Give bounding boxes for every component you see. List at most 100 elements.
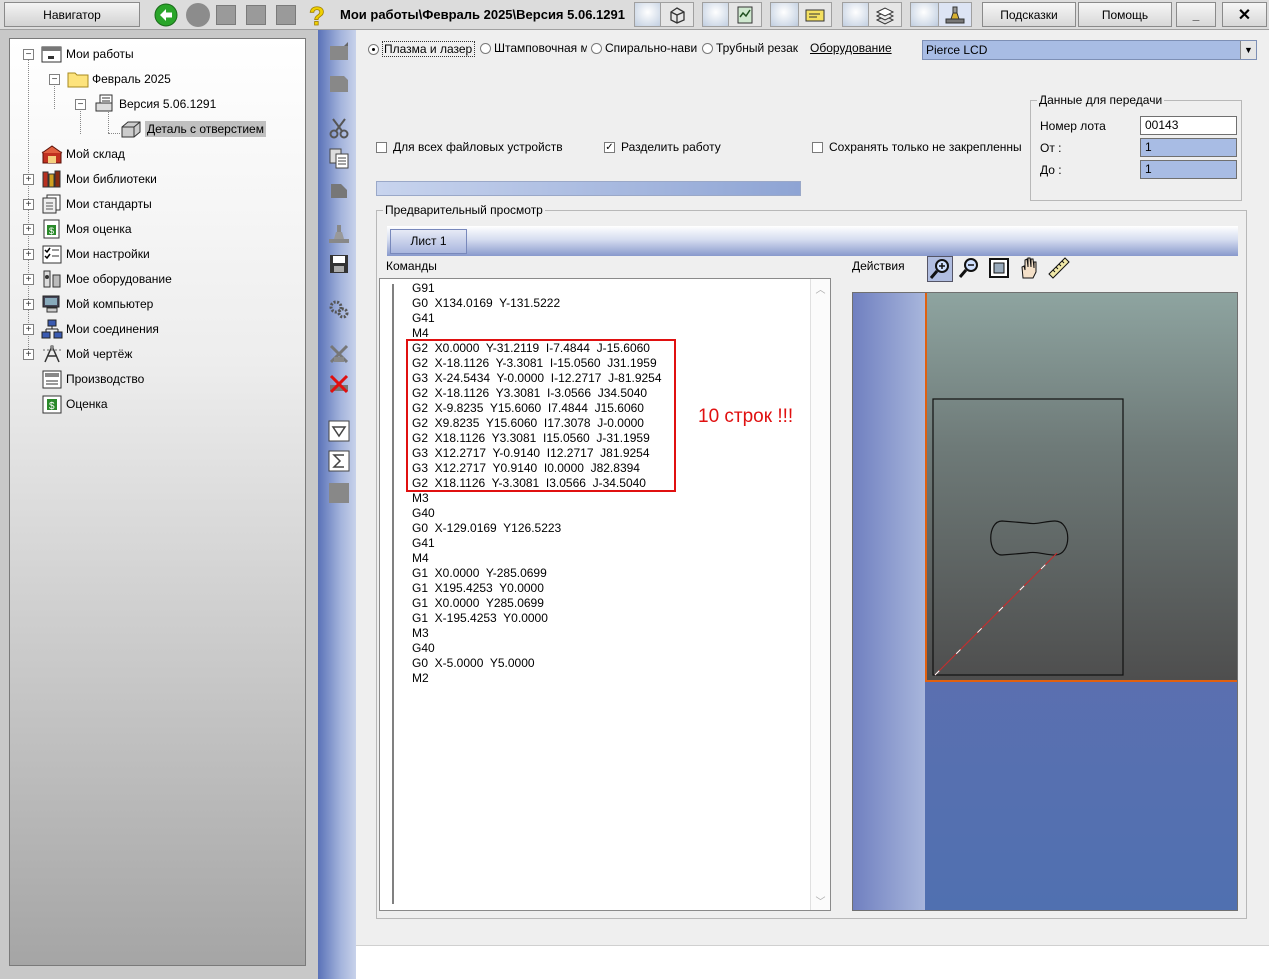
tree-item-my-warehouse[interactable]: Мой склад <box>41 143 125 165</box>
navigator-button[interactable]: Навигатор <box>4 2 140 27</box>
expand-toggle[interactable]: + <box>23 274 34 285</box>
toolbar-disabled-icon[interactable] <box>216 5 236 25</box>
blank-tool-icon[interactable] <box>328 482 350 504</box>
expand-toggle[interactable]: + <box>23 199 34 210</box>
command-line[interactable]: G91 <box>412 281 662 296</box>
tree-item-my-computer[interactable]: Мой компьютер <box>41 293 153 315</box>
radio-plasma-laser[interactable]: Плазма и лазер <box>368 41 475 57</box>
command-line[interactable]: M4 <box>412 551 662 566</box>
save-disk-icon[interactable] <box>328 253 350 275</box>
copy-icon[interactable] <box>328 147 350 169</box>
expand-toggle[interactable]: + <box>23 324 34 335</box>
command-line[interactable]: M2 <box>412 671 662 686</box>
checkbox-split-job[interactable]: ✓ Разделить работу <box>604 140 721 154</box>
zoom-out-icon[interactable] <box>957 256 983 282</box>
command-line[interactable]: G40 <box>412 641 662 656</box>
radio-tube-cutter[interactable]: Трубный резак <box>702 41 798 55</box>
tree-item-my-equipment[interactable]: Мое оборудование <box>41 268 172 290</box>
tree-item-estimate[interactable]: $ Оценка <box>41 393 108 415</box>
lot-number-field[interactable]: 00143 <box>1140 116 1237 135</box>
scroll-up-icon[interactable]: ︿ <box>811 281 830 296</box>
toolbar-disabled-icon[interactable] <box>276 5 296 25</box>
checkbox-box[interactable] <box>376 141 387 153</box>
command-line[interactable]: G40 <box>412 506 662 521</box>
paste-icon[interactable] <box>328 178 350 200</box>
stop-icon[interactable] <box>186 3 210 27</box>
scroll-down-icon[interactable]: ﹀ <box>811 893 830 908</box>
toolbar-disabled-icon[interactable] <box>246 5 266 25</box>
command-line[interactable]: G1 X-195.4253 Y0.0000 <box>412 611 662 626</box>
tree-item-my-settings[interactable]: Мои настройки <box>41 243 150 265</box>
command-line[interactable]: G1 X0.0000 Y285.0699 <box>412 596 662 611</box>
tab-sheet-1[interactable]: Лист 1 <box>390 229 467 254</box>
checkbox-all-file-devices[interactable]: Для всех файловых устройств <box>376 140 563 154</box>
delete-red-x-icon[interactable] <box>328 373 350 395</box>
preview-viewport[interactable] <box>852 292 1238 911</box>
to-field[interactable]: 1 <box>1140 160 1237 179</box>
collapse-toggle[interactable]: − <box>49 74 60 85</box>
command-line[interactable]: G0 X-129.0169 Y126.5223 <box>412 521 662 536</box>
expand-toggle[interactable]: + <box>23 349 34 360</box>
dropdown-arrow-icon[interactable]: ▼ <box>1240 41 1256 59</box>
close-button[interactable]: ✕ <box>1222 2 1267 27</box>
zoom-in-icon[interactable] <box>927 256 953 282</box>
commands-scrollbar[interactable]: ︿ ﹀ <box>810 279 830 910</box>
sheet-tool-icon[interactable] <box>328 42 350 64</box>
expand-toggle[interactable]: + <box>23 174 34 185</box>
hints-button[interactable]: Подсказки <box>982 2 1076 27</box>
tree-item-my-works[interactable]: Мои работы <box>41 43 134 65</box>
help-question-icon[interactable]: ? <box>306 1 330 32</box>
radio-spiral[interactable]: Спирально-нави <box>591 41 698 55</box>
tree-item-my-standards[interactable]: Мои стандарты <box>41 193 152 215</box>
checkbox-save-unlocked[interactable]: Сохранять только не закрепленны <box>812 140 1029 154</box>
radio-button[interactable] <box>480 42 491 54</box>
checkbox-box[interactable] <box>812 141 823 153</box>
expand-toggle[interactable]: + <box>23 299 34 310</box>
ticket-icon[interactable] <box>798 2 832 27</box>
commands-list-box[interactable]: G91 G0 X134.0169 Y-131.5222 G41 M4 G2 X0.000… <box>379 278 831 911</box>
measure-ruler-icon[interactable] <box>1047 256 1073 282</box>
collapse-toggle[interactable]: − <box>75 99 86 110</box>
command-line[interactable]: M3 <box>412 626 662 641</box>
sum-icon[interactable] <box>328 450 350 472</box>
command-line[interactable]: G41 <box>412 311 662 326</box>
machine-gray-icon[interactable] <box>328 223 350 245</box>
radio-button[interactable] <box>368 43 379 55</box>
disabled-tool-icon[interactable] <box>328 343 350 365</box>
machine-icon[interactable] <box>938 2 972 27</box>
command-line[interactable]: G0 X134.0169 Y-131.5222 <box>412 296 662 311</box>
tree-item-my-estimate[interactable]: $ Моя оценка <box>41 218 132 240</box>
pan-hand-icon[interactable] <box>1017 256 1043 282</box>
command-line[interactable]: G1 X195.4253 Y0.0000 <box>412 581 662 596</box>
command-line[interactable]: G1 X0.0000 Y-285.0699 <box>412 566 662 581</box>
tree-item-my-connections[interactable]: Мои соединения <box>41 318 159 340</box>
cube-icon[interactable] <box>660 2 694 27</box>
command-line[interactable]: M3 <box>412 491 662 506</box>
tree-item-february-2025[interactable]: Февраль 2025 <box>67 68 171 90</box>
edit-tool-icon[interactable] <box>328 72 350 94</box>
from-field[interactable]: 1 <box>1140 138 1237 157</box>
checkbox-box[interactable]: ✓ <box>604 141 615 153</box>
scissors-icon[interactable] <box>328 117 350 139</box>
expand-toggle[interactable]: + <box>23 224 34 235</box>
zoom-fit-icon[interactable] <box>987 256 1013 282</box>
filter-down-icon[interactable] <box>328 420 350 442</box>
minimize-button[interactable]: _ <box>1176 2 1216 27</box>
command-line[interactable]: G0 X-5.0000 Y5.0000 <box>412 656 662 671</box>
collapse-toggle[interactable]: − <box>23 49 34 60</box>
tree-item-part-with-hole[interactable]: Деталь с отверстием <box>120 118 266 140</box>
tree-item-my-drawing[interactable]: Мой чертёж <box>41 343 132 365</box>
radio-punching[interactable]: Штамповочная м <box>480 41 587 55</box>
expand-toggle[interactable]: + <box>23 249 34 260</box>
radio-button[interactable] <box>591 42 602 54</box>
equipment-select[interactable]: Pierce LCD ▼ <box>922 40 1257 60</box>
command-line[interactable]: G41 <box>412 536 662 551</box>
sheets-stack-icon[interactable] <box>868 2 902 27</box>
help-button[interactable]: Помощь <box>1078 2 1172 27</box>
radio-button[interactable] <box>702 42 713 54</box>
report-icon[interactable] <box>728 2 762 27</box>
gears-icon[interactable] <box>328 298 350 320</box>
tree-item-my-libraries[interactable]: Мои библиотеки <box>41 168 157 190</box>
tree-item-production[interactable]: Производство <box>41 368 144 390</box>
back-arrow-icon[interactable] <box>154 3 178 27</box>
